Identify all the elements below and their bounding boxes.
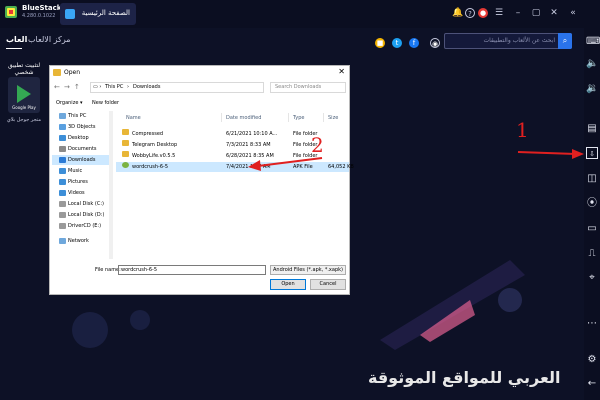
arrow-1-line <box>517 151 577 155</box>
annotation-arrows <box>248 149 584 171</box>
watermark-text: العربي للمواقع الموثوقة <box>368 368 561 387</box>
arrow-1-head <box>572 149 584 159</box>
arrow-2-head <box>248 160 261 171</box>
arrow-2-line <box>257 157 323 167</box>
